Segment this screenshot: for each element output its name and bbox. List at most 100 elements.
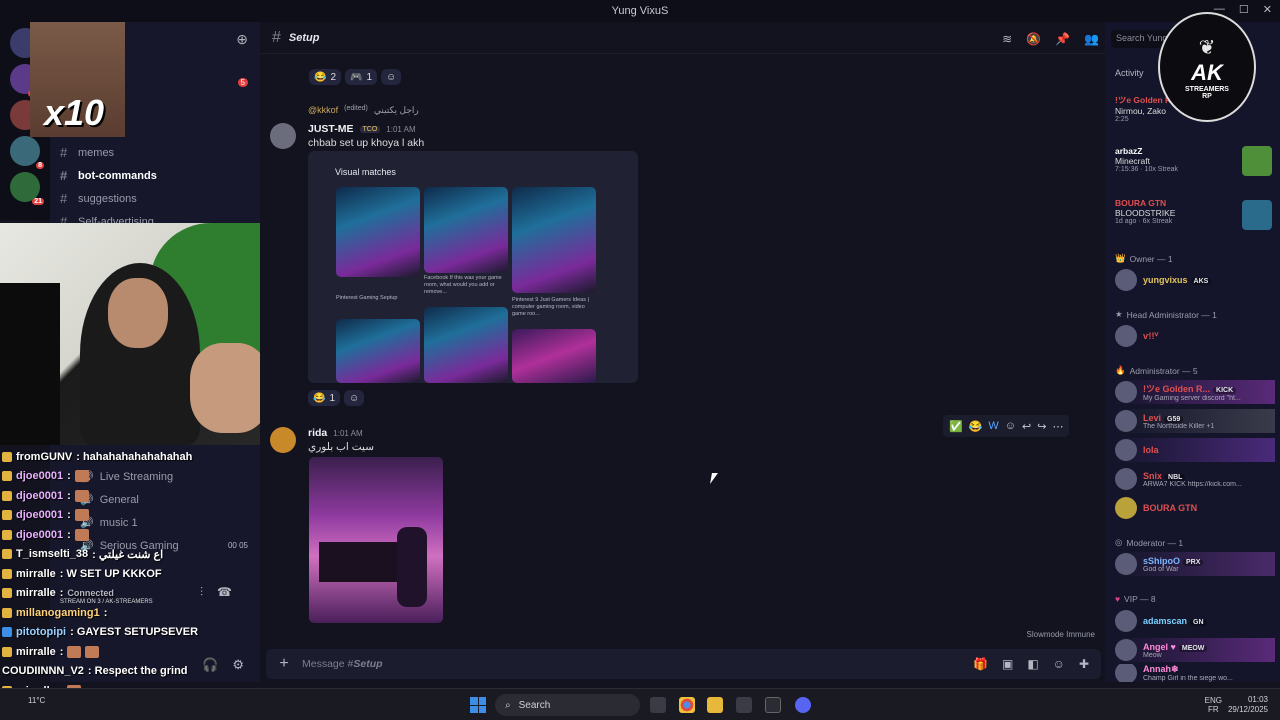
forward-icon[interactable]: ↪: [1037, 420, 1046, 433]
task-view-icon[interactable]: [650, 697, 666, 713]
weather-widget[interactable]: 11°C: [28, 696, 45, 705]
emoji-icon[interactable]: ☺: [1053, 657, 1065, 671]
server-icon[interactable]: 8: [10, 136, 44, 169]
chat-line: djoe0001:: [0, 467, 300, 487]
reaction[interactable]: 🎮 1: [345, 69, 378, 85]
w-reaction-icon[interactable]: W: [988, 420, 998, 432]
add-reaction-button[interactable]: ☺: [344, 390, 365, 406]
gif-icon[interactable]: ▣: [1002, 657, 1013, 671]
member-status: God of War: [1143, 565, 1179, 573]
activity-user: arbazZ: [1115, 146, 1143, 156]
notifications-icon[interactable]: 🔕: [1026, 32, 1041, 46]
windows-start-icon[interactable]: [470, 697, 486, 713]
channel-bot-commands[interactable]: # bot-commands: [50, 164, 260, 187]
clock-time: 01:03: [1247, 695, 1268, 704]
maximize-icon[interactable]: ☐: [1239, 3, 1249, 16]
member-status: ARWA7 KICK https://kick.com...: [1143, 480, 1242, 488]
match-image[interactable]: [512, 187, 596, 293]
more-icon[interactable]: ⋯: [1052, 420, 1063, 433]
member-item[interactable]: ⱱ!!ⱽ: [1115, 324, 1275, 348]
activity-item[interactable]: arbazZ Minecraft 7:15:36 · 10x Streak: [1115, 146, 1178, 173]
message-input[interactable]: Message #Setup: [302, 658, 973, 670]
chrome-icon[interactable]: [679, 697, 695, 713]
activity-user: BOURA GTN: [1115, 198, 1167, 208]
threads-icon[interactable]: ≋: [1002, 32, 1012, 46]
app-icon[interactable]: [736, 697, 752, 713]
chat-user: djoe0001: [16, 470, 64, 483]
activity-game: Minecraft: [1115, 156, 1150, 166]
reply-preview[interactable]: @kkkof (edited) راجل يكتبني: [308, 105, 419, 116]
members-icon[interactable]: 👥: [1084, 32, 1099, 46]
apps-icon[interactable]: ✚: [1079, 657, 1089, 671]
gift-icon[interactable]: 🎁: [973, 657, 988, 671]
avatar[interactable]: [270, 123, 296, 149]
member-item[interactable]: !ツe Golden R... KICK My Gaming server disc…: [1115, 380, 1275, 404]
add-reaction-icon[interactable]: ☺: [1005, 420, 1016, 432]
match-image[interactable]: [336, 187, 420, 277]
message-header: rida 1:01 AM: [308, 427, 363, 439]
language-indicator[interactable]: ENG FR: [1205, 696, 1222, 714]
match-image[interactable]: [336, 319, 420, 383]
member-item[interactable]: Snix NBL ARWA7 KICK https://kick.com...: [1115, 467, 1275, 491]
hash-icon: #: [60, 168, 68, 183]
avatar: [1115, 439, 1137, 461]
member-tag: KICK: [1213, 387, 1237, 394]
channel-memes[interactable]: # memes: [50, 141, 260, 164]
pin-icon[interactable]: 📌: [1055, 32, 1070, 46]
server-icon[interactable]: 21: [10, 172, 44, 205]
taskbar-search[interactable]: ⌕ Search: [495, 694, 640, 716]
settings-gear-icon[interactable]: ⚙: [232, 657, 244, 673]
activity-game: Nirmou, Zako: [1115, 106, 1167, 116]
slowmode-label: Slowmode Immune: [1026, 630, 1095, 639]
reaction[interactable]: 😂 2: [309, 69, 342, 85]
file-explorer-icon[interactable]: [707, 697, 723, 713]
upload-plus-icon[interactable]: +: [266, 655, 302, 673]
message-composer[interactable]: + Message #Setup 🎁 ▣ ◧ ☺ ✚: [266, 649, 1101, 679]
avatar: [1115, 410, 1137, 432]
member-item[interactable]: lola: [1115, 438, 1275, 462]
discord-icon[interactable]: [795, 697, 811, 713]
add-reaction-button[interactable]: ☺: [381, 69, 402, 85]
channel-suggestions[interactable]: # suggestions: [50, 187, 260, 210]
add-member-icon[interactable]: ⊕: [236, 31, 248, 48]
logo-text: AK: [1191, 59, 1223, 85]
match-image[interactable]: [512, 329, 596, 383]
message-author[interactable]: JUST-ME: [308, 123, 354, 135]
match-caption: Pinterest 9 Just Gamers Ideas | computer…: [512, 297, 589, 317]
soundboard-icon[interactable]: ⫶: [200, 585, 203, 600]
disconnect-icon[interactable]: ☎: [217, 585, 232, 600]
emote-icon: [85, 645, 100, 658]
deafen-icon[interactable]: 🎧: [202, 657, 218, 673]
member-tag: MEOW: [1178, 644, 1208, 652]
check-reaction-icon[interactable]: ✅: [949, 420, 963, 433]
reply-icon[interactable]: ↩: [1022, 420, 1031, 433]
emote-icon: [74, 509, 89, 522]
activity-meta: 1d ago · 6x Streak: [1115, 218, 1173, 225]
taskbar: 11°C ⌕ Search ENG FR 01:03 29/12/2025: [0, 688, 1280, 720]
sticker-icon[interactable]: ◧: [1027, 657, 1038, 671]
chat-user: djoe0001: [16, 509, 64, 522]
member-item[interactable]: adamscan GN: [1115, 609, 1275, 633]
close-icon[interactable]: ✕: [1263, 3, 1272, 16]
activity-item[interactable]: BOURA GTN BLOODSTRIKE 1d ago · 6x Streak: [1115, 198, 1175, 225]
avatar[interactable]: [270, 427, 296, 453]
terminal-icon[interactable]: [765, 697, 781, 713]
clock[interactable]: 01:03 29/12/2025: [1228, 695, 1268, 715]
match-image[interactable]: [424, 187, 508, 273]
chat-text: :: [67, 489, 71, 502]
laugh-reaction-icon[interactable]: 😂: [969, 420, 983, 433]
message-author[interactable]: rida: [308, 427, 327, 439]
match-image[interactable]: [424, 307, 508, 383]
reaction[interactable]: 😂 1: [308, 390, 341, 406]
chat-user: mirralle: [16, 587, 56, 600]
member-item[interactable]: BOURA GTN: [1115, 496, 1275, 520]
attached-image[interactable]: [309, 457, 443, 623]
member-item[interactable]: sShipoO PRX God of War: [1115, 552, 1275, 576]
member-item[interactable]: Levi G59 The Northside Killer +1: [1115, 409, 1275, 433]
member-item[interactable]: yungvixus AKS: [1115, 268, 1275, 292]
avatar: [1115, 639, 1137, 661]
chat-user: fromGUNV: [16, 450, 73, 463]
member-item[interactable]: Annah❄ Champ Girl in the siege wo...: [1115, 664, 1275, 682]
member-item[interactable]: Angel ♥ MEOW Meow: [1115, 638, 1275, 662]
member-tag: NBL: [1165, 473, 1186, 481]
